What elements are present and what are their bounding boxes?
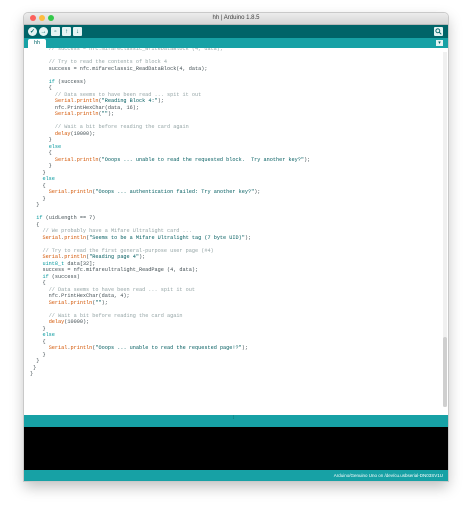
- upload-button[interactable]: →: [39, 27, 48, 36]
- new-button[interactable]: ▫: [51, 27, 60, 36]
- console-output: [24, 427, 448, 470]
- title-bar: hh | Arduino 1.8.5: [24, 13, 448, 25]
- board-port-status: Arduino/Genuino Uno on /dev/cu.usbserial…: [333, 473, 443, 478]
- code-editor[interactable]: // success = nfc.mifareclassic_WriteData…: [24, 48, 448, 415]
- magnifier-icon: [435, 28, 442, 35]
- new-file-icon: ▫: [54, 28, 57, 35]
- serial-monitor-button[interactable]: [434, 27, 443, 36]
- arrow-right-icon: →: [40, 28, 47, 35]
- check-icon: ✓: [29, 29, 36, 35]
- code-area[interactable]: // success = nfc.mifareclassic_WriteData…: [30, 48, 440, 415]
- scrollbar-thumb[interactable]: [443, 337, 447, 407]
- tab-bar: hh ▾: [24, 38, 448, 48]
- open-icon: ↑: [65, 28, 68, 35]
- toolbar: ✓ → ▫ ↑ ↓: [24, 25, 448, 38]
- arduino-window: hh | Arduino 1.8.5 ✓ → ▫ ↑ ↓ hh ▾ // suc…: [24, 13, 448, 481]
- save-icon: ↓: [76, 28, 79, 35]
- chevron-down-icon: ▾: [438, 40, 441, 46]
- verify-button[interactable]: ✓: [28, 27, 37, 36]
- editor-console-divider[interactable]: ⁞: [24, 415, 448, 427]
- window-title: hh | Arduino 1.8.5: [212, 15, 260, 21]
- tab-menu-button[interactable]: ▾: [436, 40, 443, 46]
- resize-grip-icon[interactable]: ⁞: [233, 415, 234, 421]
- save-button[interactable]: ↓: [73, 27, 82, 36]
- status-bar: Arduino/Genuino Uno on /dev/cu.usbserial…: [24, 470, 448, 481]
- open-button[interactable]: ↑: [62, 27, 71, 36]
- editor-scrollbar[interactable]: [443, 52, 447, 407]
- tab-hh[interactable]: hh: [28, 39, 46, 48]
